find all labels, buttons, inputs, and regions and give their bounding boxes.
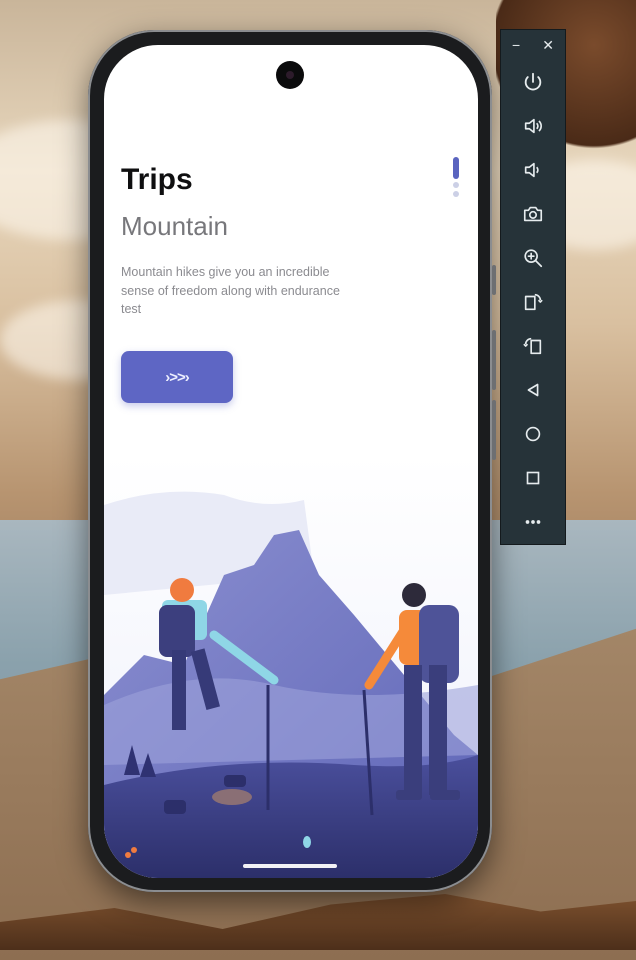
camera-icon [523, 206, 543, 222]
back-icon [527, 383, 539, 397]
page-dot [453, 182, 459, 188]
volume-down-icon [524, 162, 539, 178]
rotate-left-icon [524, 293, 543, 311]
volume-down-button[interactable] [501, 148, 565, 192]
overview-icon [526, 471, 540, 485]
overview-button[interactable] [501, 456, 565, 500]
hikers-illustration [104, 455, 478, 878]
volume-up-icon [524, 118, 542, 134]
next-button[interactable]: ›>>› [121, 351, 233, 403]
page-indicator [452, 157, 460, 200]
page-dot-active [453, 157, 459, 179]
power-icon [524, 72, 542, 91]
more-button[interactable] [501, 500, 565, 544]
toolbar-window-controls: − ✕ [501, 30, 565, 60]
close-button[interactable]: ✕ [542, 37, 554, 54]
home-icon [525, 426, 541, 442]
rotate-right-icon [523, 337, 542, 355]
trip-category: Mountain [121, 211, 228, 241]
volume-up-button[interactable] [501, 104, 565, 148]
phone-frame: Trips Mountain Mountain hikes give you a… [88, 30, 496, 892]
next-arrows-icon: ›>>› [165, 368, 189, 386]
screenshot-button[interactable] [501, 192, 565, 236]
rotate-left-button[interactable] [501, 280, 565, 324]
page-dot [453, 191, 459, 197]
more-icon [525, 520, 541, 524]
phone-screen: Trips Mountain Mountain hikes give you a… [104, 45, 478, 878]
zoom-button[interactable] [501, 236, 565, 280]
power-button[interactable] [501, 60, 565, 104]
front-camera [276, 61, 304, 89]
zoom-icon [524, 249, 543, 268]
home-button[interactable] [501, 412, 565, 456]
minimize-button[interactable]: − [512, 37, 520, 53]
back-button[interactable] [501, 368, 565, 412]
trip-description: Mountain hikes give you an incredible se… [121, 265, 340, 316]
rotate-right-button[interactable] [501, 324, 565, 368]
emulator-toolbar: − ✕ [500, 29, 566, 545]
page-title: Trips [121, 163, 193, 196]
home-indicator-bar[interactable] [243, 864, 337, 868]
